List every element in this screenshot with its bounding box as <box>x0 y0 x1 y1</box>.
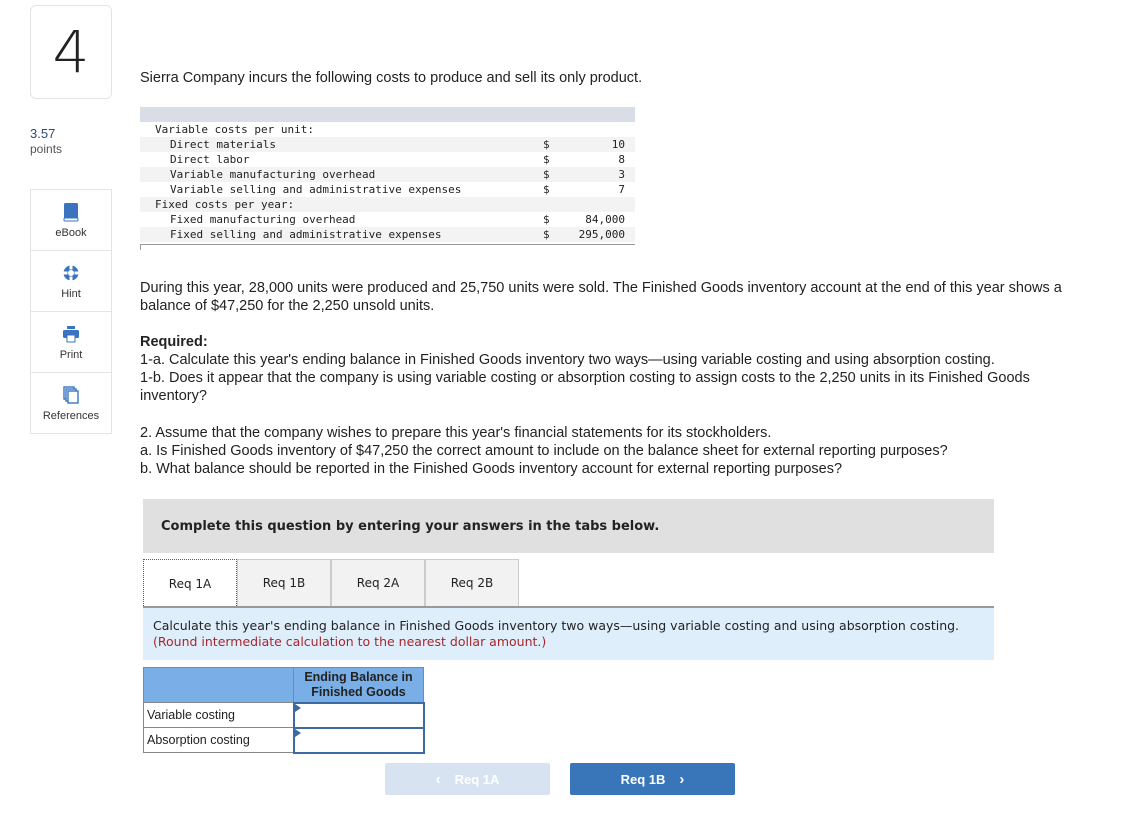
variable-costing-cell <box>292 701 425 729</box>
requirement-2-section: 2. Assume that the company wishes to pre… <box>140 424 1070 478</box>
intro-text: Sierra Company incurs the following cost… <box>140 70 643 86</box>
absorption-costing-input[interactable] <box>294 729 423 751</box>
cost-label: Variable selling and administrative expe… <box>170 183 462 196</box>
cost-amount: 10 <box>565 137 635 152</box>
points-value: 3.57 <box>30 126 56 141</box>
cost-label: Variable costs per unit: <box>155 123 314 136</box>
question-number: 4 <box>52 18 90 86</box>
prev-req-button[interactable]: ‹ Req 1A <box>385 763 550 795</box>
cost-currency: $ <box>543 213 550 226</box>
cost-currency: $ <box>543 153 550 166</box>
table-row: Direct labor $8 <box>140 152 635 167</box>
tab-req-1a[interactable]: Req 1A <box>143 559 237 608</box>
table-row: Variable manufacturing overhead $3 <box>140 167 635 182</box>
cost-table-footer <box>140 244 635 250</box>
cost-table-header <box>140 107 635 122</box>
table-row: Variable selling and administrative expe… <box>140 182 635 197</box>
table-row: Absorption costing <box>143 726 425 754</box>
table-row: Fixed manufacturing overhead $84,000 <box>140 212 635 227</box>
table-row: Direct materials $10 <box>140 137 635 152</box>
cost-currency: $ <box>543 167 565 182</box>
cost-amount: 3 <box>565 167 635 182</box>
chevron-right-icon: › <box>679 770 685 788</box>
cost-table: Variable costs per unit: Direct materials… <box>140 122 635 242</box>
table-row: Fixed costs per year: <box>140 197 635 212</box>
tab-req-2a[interactable]: Req 2A <box>331 559 425 607</box>
instruction-text: Complete this question by entering your … <box>161 518 660 534</box>
print-label: Print <box>59 348 83 361</box>
cost-amount: 84,000 <box>585 213 625 226</box>
variable-costing-label: Variable costing <box>143 702 294 728</box>
input-marker-icon <box>294 703 301 712</box>
lifebuoy-icon <box>63 265 79 280</box>
cost-currency <box>543 122 565 137</box>
requirement-2a: a. Is Finished Goods inventory of $47,25… <box>140 443 948 459</box>
rounding-note: (Round intermediate calculation to the n… <box>153 634 547 649</box>
cost-currency: $ <box>543 137 565 152</box>
documents-icon <box>63 385 79 404</box>
instruction-bar: Complete this question by entering your … <box>143 499 994 553</box>
cost-amount: 295,000 <box>565 227 635 242</box>
tab-req-1b[interactable]: Req 1B <box>237 559 331 607</box>
cost-amount <box>565 122 635 137</box>
table-row: Variable costs per unit: <box>140 122 635 137</box>
input-marker-icon <box>294 728 301 737</box>
tab-req-2b[interactable]: Req 2B <box>425 559 519 607</box>
requirement-1a: 1-a. Calculate this year's ending balanc… <box>140 352 995 368</box>
required-label: Required: <box>140 334 208 350</box>
cost-amount <box>565 197 635 212</box>
references-button[interactable]: References <box>31 373 111 434</box>
book-icon <box>63 202 79 221</box>
table-row: Fixed selling and administrative expense… <box>140 227 635 242</box>
prev-req-label: Req 1A <box>454 771 500 787</box>
points-label: points <box>30 142 63 156</box>
points-display: 3.57 points <box>30 126 62 157</box>
chevron-left-icon: ‹ <box>435 770 441 788</box>
scenario-paragraph: During this year, 28,000 units were prod… <box>140 280 1062 314</box>
answer-table: Ending Balance in Finished Goods Variabl… <box>143 667 425 754</box>
next-req-label: Req 1B <box>620 771 666 787</box>
tab-panel-text: Calculate this year's ending balance in … <box>153 618 960 633</box>
tab-panel-instructions: Calculate this year's ending balance in … <box>143 608 994 660</box>
cost-currency <box>543 197 565 212</box>
cost-amount: 8 <box>618 153 625 166</box>
required-section: Required: 1-a. Calculate this year's end… <box>140 333 1070 405</box>
cost-table-container: Variable costs per unit: Direct materials… <box>140 107 635 250</box>
requirement-tabs: Req 1A Req 1B Req 2A Req 2B <box>143 559 519 608</box>
answer-table-corner <box>143 667 294 703</box>
cost-amount: 7 <box>618 183 625 196</box>
table-row: Variable costing <box>143 701 425 729</box>
ebook-button[interactable]: eBook <box>31 190 111 251</box>
absorption-costing-cell <box>292 726 425 754</box>
cost-label: Fixed manufacturing overhead <box>170 213 356 226</box>
cost-label: Fixed selling and administrative expense… <box>140 227 543 242</box>
cost-label: Fixed costs per year: <box>140 197 543 212</box>
question-number-box: 4 <box>30 5 112 99</box>
cost-label: Direct materials <box>140 137 543 152</box>
cost-currency: $ <box>543 227 565 242</box>
printer-icon <box>63 325 79 342</box>
absorption-costing-label: Absorption costing <box>143 727 294 753</box>
next-req-button[interactable]: Req 1B › <box>570 763 735 795</box>
requirement-2b: b. What balance should be reported in th… <box>140 461 843 477</box>
cost-label: Direct labor <box>170 153 250 166</box>
tools-panel: eBook Hint Print References <box>30 189 112 434</box>
ending-balance-header: Ending Balance in Finished Goods <box>293 667 424 703</box>
variable-costing-input[interactable] <box>294 704 423 726</box>
requirement-1b: 1-b. Does it appear that the company is … <box>140 370 1030 404</box>
references-label: References <box>42 409 100 422</box>
hint-button[interactable]: Hint <box>31 251 111 312</box>
print-button[interactable]: Print <box>31 312 111 373</box>
cost-label: Variable manufacturing overhead <box>140 167 543 182</box>
ebook-label: eBook <box>55 226 87 239</box>
hint-label: Hint <box>61 287 81 300</box>
cost-currency: $ <box>543 183 550 196</box>
requirement-2: 2. Assume that the company wishes to pre… <box>140 425 772 441</box>
